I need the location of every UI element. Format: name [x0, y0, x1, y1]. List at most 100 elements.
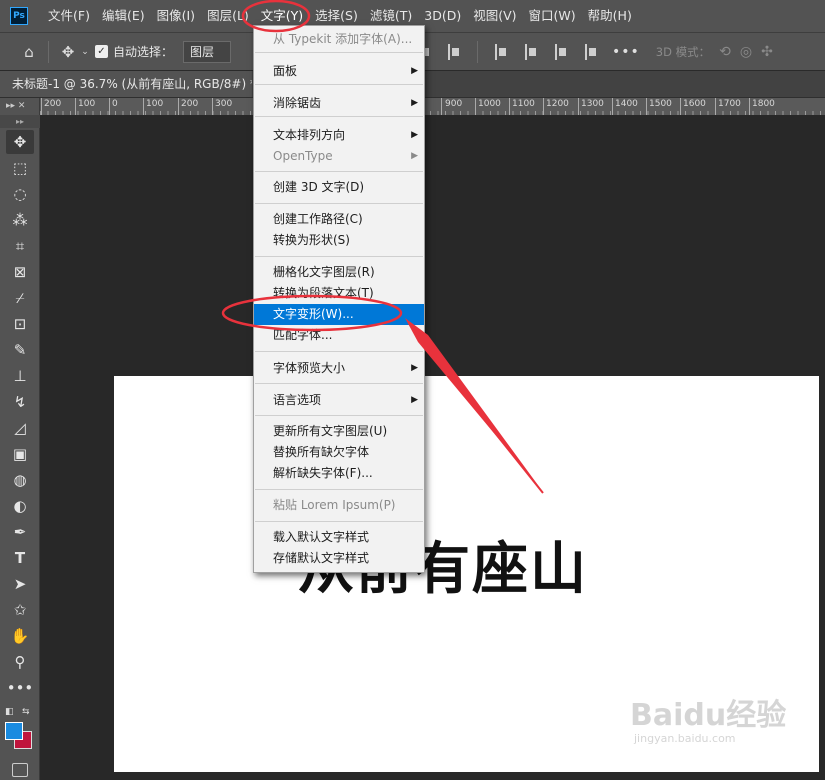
brush-tool-icon[interactable]: ✎ [6, 338, 34, 362]
menu-item-warp-text[interactable]: 文字变形(W)... [254, 304, 424, 325]
submenu-arrow-icon: ▶ [411, 363, 418, 373]
menu-item-rasterize-type-layer[interactable]: 栅格化文字图层(R) [254, 262, 424, 283]
menu-separator [255, 489, 423, 490]
align-bottom-icon[interactable] [555, 43, 567, 60]
lasso-tool-icon[interactable]: ◌ [6, 182, 34, 206]
3d-rotate-icon[interactable]: ⟲ [719, 44, 731, 60]
menu-separator [255, 203, 423, 204]
marquee-tool-icon[interactable]: ⬚ [6, 156, 34, 180]
ruler-label: 1100 [512, 99, 535, 109]
ruler-label: 100 [78, 99, 96, 109]
custom-shape-tool-icon[interactable]: ✩ [6, 598, 34, 622]
menu-window[interactable]: 窗口(W) [523, 0, 582, 32]
ruler-corner[interactable]: ▸▸ ✕ [0, 98, 40, 116]
menu-file[interactable]: 文件(F) [42, 0, 96, 32]
menu-separator [255, 351, 423, 352]
ruler-major-tick [578, 98, 579, 116]
menu-separator [255, 521, 423, 522]
more-icon[interactable]: ••• [612, 44, 640, 60]
menu-item-convert-to-paragraph-text[interactable]: 转换为段落文本(T) [254, 283, 424, 304]
home-icon[interactable]: ⌂ [18, 43, 40, 61]
healing-brush-tool-icon[interactable]: ⊡ [6, 312, 34, 336]
menu-item-add-typekit-fonts[interactable]: 从 Typekit 添加字体(A)... [254, 29, 424, 50]
more-tools-icon[interactable]: ••• [6, 676, 34, 700]
crop-tool-icon[interactable]: ⌗ [6, 234, 34, 258]
submenu-arrow-icon: ▶ [411, 395, 418, 405]
menu-edit[interactable]: 编辑(E) [96, 0, 151, 32]
3d-mode-label: 3D 模式： [655, 44, 711, 59]
align-center-icon[interactable] [448, 43, 460, 60]
pen-tool-icon[interactable]: ✒ [6, 520, 34, 544]
ruler-label: 1300 [581, 99, 604, 109]
menu-item-paste-lorem-ipsum[interactable]: 粘贴 Lorem Ipsum(P) [254, 495, 424, 516]
menu-item-create-work-path[interactable]: 创建工作路径(C) [254, 209, 424, 230]
ruler-major-tick [715, 98, 716, 116]
magic-wand-tool-icon[interactable]: ⁂ [6, 208, 34, 232]
3d-roll-icon[interactable]: ◎ [740, 44, 752, 60]
menu-item-anti-alias[interactable]: 消除锯齿 ▶ [254, 93, 424, 114]
hand-tool-icon[interactable]: ✋ [6, 624, 34, 648]
move-tool-icon[interactable]: ✥ [6, 130, 34, 154]
dodge-tool-icon[interactable]: ◐ [6, 494, 34, 518]
menu-item-label: 创建 3D 文字(D) [273, 180, 365, 194]
foreground-color-swatch[interactable] [5, 722, 23, 740]
menu-item-convert-to-shape[interactable]: 转换为形状(S) [254, 230, 424, 251]
frame-tool-icon[interactable]: ⊠ [6, 260, 34, 284]
menu-item-label: 存储默认文字样式 [273, 551, 370, 565]
menu-item-language-options[interactable]: 语言选项 ▶ [254, 390, 424, 411]
menu-item-replace-missing-fonts[interactable]: 替换所有缺欠字体 [254, 442, 424, 463]
submenu-arrow-icon: ▶ [411, 66, 418, 76]
menu-separator [255, 256, 423, 257]
3d-drag-icon[interactable]: ✣ [761, 44, 773, 60]
default-colors-icon[interactable]: ◧ [5, 707, 14, 717]
chevron-down-icon[interactable]: ⌄ [79, 47, 91, 57]
menu-image[interactable]: 图像(I) [151, 0, 201, 32]
menu-item-create-3d-text[interactable]: 创建 3D 文字(D) [254, 177, 424, 198]
eyedropper-tool-icon[interactable]: ⌿ [6, 286, 34, 310]
ruler-major-tick [41, 98, 42, 116]
menu-item-label: OpenType [273, 149, 333, 163]
auto-select-target-dropdown[interactable]: 图层 [183, 40, 232, 63]
distribute-icon[interactable] [585, 43, 597, 60]
menu-item-label: 面板 [273, 64, 298, 78]
clone-stamp-tool-icon[interactable]: ⊥ [6, 364, 34, 388]
menu-item-update-all-text-layers[interactable]: 更新所有文字图层(U) [254, 421, 424, 442]
auto-select-checkbox[interactable]: ✓ [95, 45, 108, 58]
ruler-major-tick [612, 98, 613, 116]
gradient-tool-icon[interactable]: ▣ [6, 442, 34, 466]
zoom-tool-icon[interactable]: ⚲ [6, 650, 34, 674]
menu-item-resolve-missing-fonts[interactable]: 解析缺失字体(F)... [254, 463, 424, 484]
menu-item-save-default-type-styles[interactable]: 存储默认文字样式 [254, 548, 424, 569]
menu-item-match-font[interactable]: 匹配字体... [254, 325, 424, 346]
menu-item-text-orientation[interactable]: 文本排列方向 ▶ [254, 125, 424, 146]
ruler-label: 900 [445, 99, 463, 109]
ruler-major-tick [680, 98, 681, 116]
ruler-major-tick [646, 98, 647, 116]
path-selection-tool-icon[interactable]: ➤ [6, 572, 34, 596]
menu-item-load-default-type-styles[interactable]: 载入默认文字样式 [254, 527, 424, 548]
align-top-icon[interactable] [495, 43, 507, 60]
menu-help[interactable]: 帮助(H) [582, 0, 638, 32]
history-brush-tool-icon[interactable]: ↯ [6, 390, 34, 414]
blur-tool-icon[interactable]: ◍ [6, 468, 34, 492]
ruler-major-tick [749, 98, 750, 116]
swap-colors-icon[interactable]: ⇆ [22, 707, 30, 717]
menu-layer[interactable]: 图层(L) [201, 0, 255, 32]
menu-item-label: 字体预览大小 [273, 361, 346, 375]
quick-mask-icon[interactable] [12, 763, 28, 777]
document-tab[interactable]: 未标题-1 @ 36.7% (从前有座山, RGB/8#) * [0, 71, 252, 98]
move-icon[interactable]: ✥ [57, 43, 79, 61]
eraser-tool-icon[interactable]: ◿ [6, 416, 34, 440]
menu-item-opentype[interactable]: OpenType ▶ [254, 146, 424, 167]
panel-grip[interactable]: ▸▸ [0, 115, 40, 128]
menu-item-font-preview-size[interactable]: 字体预览大小 ▶ [254, 358, 424, 379]
menu-3d[interactable]: 3D(D) [418, 0, 467, 32]
menu-view[interactable]: 视图(V) [467, 0, 522, 32]
type-tool-icon[interactable]: T [6, 546, 34, 570]
align-middle-icon[interactable] [525, 43, 537, 60]
type-menu-dropdown: 从 Typekit 添加字体(A)... 面板 ▶ 消除锯齿 ▶ 文本排列方向 ▶ O… [253, 25, 425, 573]
ruler-label: 300 [215, 99, 233, 109]
menu-item-label: 文字变形(W)... [273, 307, 354, 321]
menu-item-panels[interactable]: 面板 ▶ [254, 61, 424, 82]
menu-item-label: 栅格化文字图层(R) [273, 265, 375, 279]
